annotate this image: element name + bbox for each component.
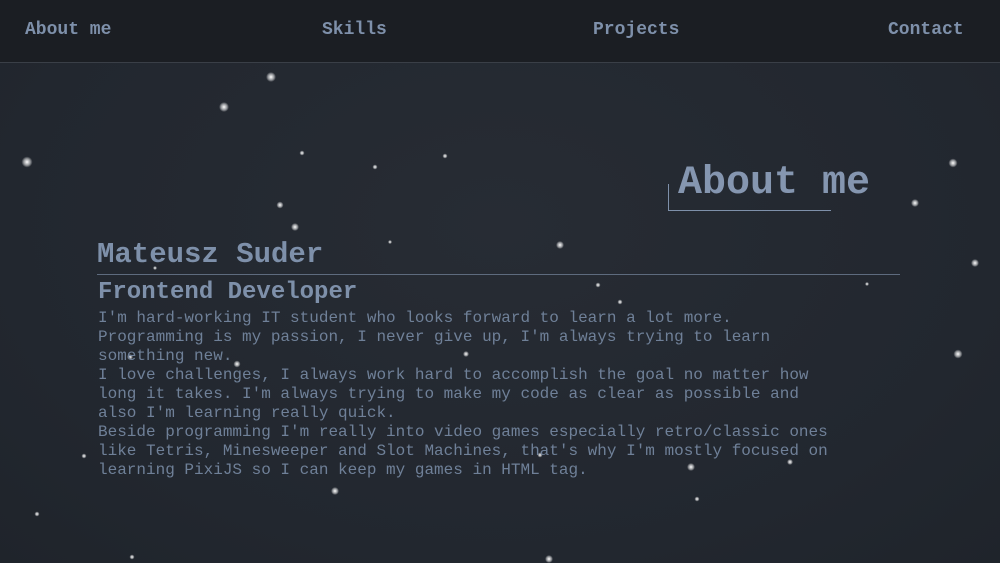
star [545,555,553,563]
name-divider [97,274,900,275]
job-title: Frontend Developer [98,279,358,306]
star [953,349,963,359]
star [219,102,229,112]
star [694,496,700,502]
bio-line: learning PixiJS so I can keep my games i… [98,461,588,479]
bio-line: I love challenges, I always work hard to… [98,366,809,384]
bio-line: also I'm learning really quick. [98,404,396,422]
star [442,153,448,159]
bio-line: Beside programming I'm really into video… [98,423,828,441]
bio-line: like Tetris, Minesweeper and Slot Machin… [98,442,828,460]
star [276,201,284,209]
star [266,72,276,82]
star [388,240,392,244]
bio-line: I'm hard-working IT student who looks fo… [98,309,732,327]
bio-line: long it takes. I'm always trying to make… [98,385,799,403]
star [948,158,958,168]
bio-line: Programming is my passion, I never give … [98,328,771,346]
star [911,199,919,207]
bio-line: something new. [98,347,233,365]
star [129,554,135,560]
person-name: Mateusz Suder [97,238,324,271]
about-page: About me Skills Projects Contact About m… [0,0,1000,563]
nav-link-about-me[interactable]: About me [25,20,111,40]
bio-text: I'm hard-working IT student who looks fo… [98,309,898,480]
star [34,511,40,517]
nav-link-contact[interactable]: Contact [888,20,964,40]
nav-link-skills[interactable]: Skills [322,20,387,40]
section-title: About me [678,161,871,206]
star [331,487,339,495]
star [971,259,979,267]
section-heading: About me [668,162,908,212]
star [595,282,601,288]
nav-link-projects[interactable]: Projects [593,20,679,40]
star [372,164,378,170]
star [291,223,299,231]
star [865,282,869,286]
star [556,241,564,249]
star [81,453,87,459]
star [21,156,33,168]
star [299,150,305,156]
star [617,299,623,305]
top-navigation: About me Skills Projects Contact [0,0,1000,63]
